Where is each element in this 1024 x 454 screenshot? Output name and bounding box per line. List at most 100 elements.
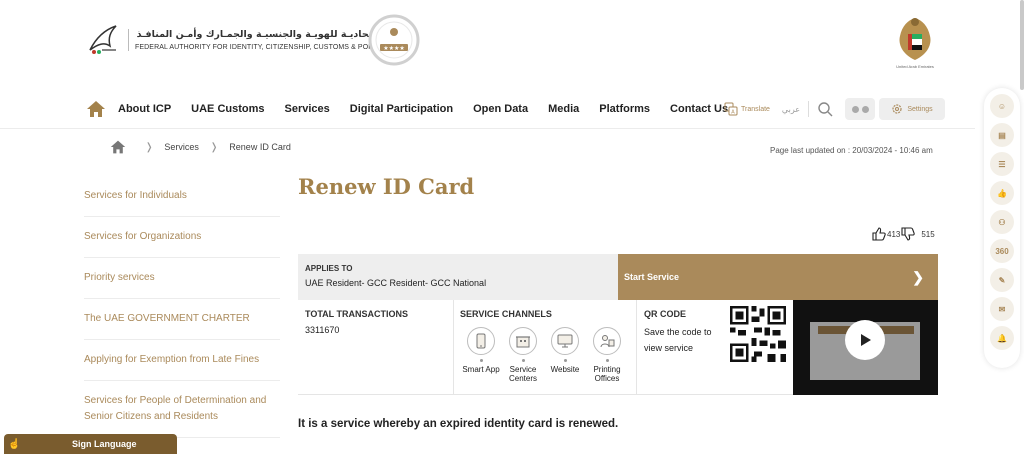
home-icon[interactable]: [86, 99, 106, 119]
service-info-row: TOTAL TRANSACTIONS 3311670 SERVICE CHANN…: [298, 300, 794, 395]
channel-service-centers[interactable]: Service Centers: [502, 327, 544, 383]
applies-to-value: UAE Resident- GCC Resident- GCC National: [305, 278, 487, 288]
breadcrumb-services[interactable]: Services: [164, 142, 199, 152]
translate-button[interactable]: A Translate: [724, 102, 770, 116]
nav-divider: [0, 128, 975, 129]
start-service-button[interactable]: Start Service ❯: [618, 254, 938, 300]
qr-code-icon[interactable]: [730, 306, 786, 362]
service-channels: SERVICE CHANNELS Smart App Service Cente…: [460, 309, 628, 383]
likes-count: 413: [887, 229, 901, 239]
falcon-logo-icon: [89, 25, 117, 54]
channel-label: Website: [550, 365, 580, 374]
settings-button[interactable]: Settings: [879, 98, 946, 120]
accessibility-side-panel: ☺ ▤ ☰ 👍 ⚇ 360 ✎ ✉ 🔔: [984, 88, 1020, 368]
feedback-votes: 413 515: [871, 226, 935, 242]
channel-dot: [479, 359, 483, 362]
last-updated: Page last updated on : 20/03/2024 - 10:4…: [770, 146, 933, 155]
channel-smart-app[interactable]: Smart App: [460, 327, 502, 383]
dislikes-count: 515: [921, 229, 935, 239]
main-nav: About ICP UAE Customs Services Digital P…: [86, 96, 748, 122]
total-transactions-label: TOTAL TRANSACTIONS: [305, 309, 408, 319]
people-icon[interactable]: ⚇: [990, 210, 1014, 234]
sidebar-item-determination[interactable]: Services for People of Determination and…: [84, 381, 280, 438]
toggle-dot-icon: [861, 105, 869, 113]
qr-code-label: QR CODE: [644, 309, 687, 319]
translate-icon: A: [724, 102, 738, 116]
nav-media[interactable]: Media: [548, 103, 579, 115]
play-button-icon[interactable]: [845, 320, 885, 360]
toggle-dot-icon: [851, 105, 859, 113]
feedback-icon[interactable]: ✎: [990, 268, 1014, 292]
video-player[interactable]: [793, 300, 938, 395]
sidebar-item-exemption[interactable]: Applying for Exemption from Late Fines: [84, 340, 280, 381]
service-center-icon: [516, 336, 530, 348]
qr-code-description: Save the code to view service: [644, 327, 712, 353]
search-icon[interactable]: [817, 101, 833, 117]
start-service-label: Start Service: [624, 272, 680, 282]
sign-language-icon: ☝: [8, 438, 21, 450]
nav-digital-participation[interactable]: Digital Participation: [350, 103, 453, 115]
icp-logo[interactable]: الهيئـة الاتحاديـة للهويـة والجنسيـة وال…: [86, 20, 416, 60]
channel-dot: [521, 359, 525, 362]
channel-label: Service Centers: [508, 365, 537, 383]
smartphone-icon: [476, 333, 486, 349]
chevron-right-icon: ❭: [209, 141, 219, 153]
award-badge-icon: ★★★★: [368, 14, 420, 66]
applies-to-label: APPLIES TO: [305, 264, 353, 273]
sign-language-label: Sign Language: [72, 439, 137, 449]
sidebar-item-organizations[interactable]: Services for Organizations: [84, 217, 280, 258]
chevron-right-icon: ❯: [912, 268, 924, 285]
qr-code-section: QR CODE Save the code to view service: [644, 309, 724, 356]
bell-icon[interactable]: 🔔: [990, 326, 1014, 350]
thumbs-up-icon[interactable]: [871, 226, 887, 242]
svg-text:A: A: [731, 110, 735, 116]
settings-label: Settings: [907, 105, 933, 113]
list-icon[interactable]: ☰: [990, 152, 1014, 176]
sign-language-bar[interactable]: ☝ Sign Language: [4, 434, 177, 454]
channel-dot: [605, 359, 609, 362]
chevron-right-icon: ❭: [145, 141, 154, 153]
sidebar-item-charter[interactable]: The UAE GOVERNMENT CHARTER: [84, 299, 280, 340]
column-divider: [453, 300, 454, 395]
service-description: It is a service whereby an expired ident…: [298, 418, 619, 430]
nav-platforms[interactable]: Platforms: [599, 103, 650, 115]
breadcrumb-home-icon[interactable]: [110, 139, 126, 155]
nav-tools: A Translate عربي Settings: [724, 96, 946, 122]
assistant-avatar-icon[interactable]: ☺: [990, 94, 1014, 118]
channel-printing-offices[interactable]: Printing Offices: [586, 327, 628, 383]
service-channels-label: SERVICE CHANNELS: [460, 309, 552, 319]
divider: [808, 101, 810, 117]
monitor-icon: [557, 334, 573, 348]
page-title: Renew ID Card: [298, 174, 475, 199]
channel-label: Smart App: [462, 365, 500, 374]
gear-icon: [892, 104, 902, 114]
nav-services[interactable]: Services: [285, 103, 330, 115]
document-icon[interactable]: ▤: [990, 123, 1014, 147]
like-icon[interactable]: 👍: [990, 181, 1014, 205]
breadcrumb: ❭ Services ❭ Renew ID Card: [110, 139, 291, 155]
channel-label: Printing Offices: [593, 365, 621, 383]
nav-uae-customs[interactable]: UAE Customs: [191, 103, 264, 115]
arabic-language-link[interactable]: عربي: [782, 105, 800, 114]
column-divider: [636, 300, 637, 395]
sidebar-item-priority[interactable]: Priority services: [84, 258, 280, 299]
channel-website[interactable]: Website: [544, 327, 586, 383]
view-360-icon[interactable]: 360: [990, 239, 1014, 263]
applies-to-box: APPLIES TO UAE Resident- GCC Resident- G…: [298, 254, 618, 300]
total-transactions: TOTAL TRANSACTIONS 3311670: [305, 309, 408, 335]
svg-text:★★★★: ★★★★: [383, 45, 405, 52]
nav-about-icp[interactable]: About ICP: [118, 103, 171, 115]
uae-emblem-icon: United Arab Emirates: [896, 18, 934, 69]
scrollbar[interactable]: [1020, 0, 1024, 90]
sidebar-item-individuals[interactable]: Services for Individuals: [84, 178, 280, 217]
total-transactions-value: 3311670: [305, 325, 340, 335]
contrast-toggle[interactable]: [845, 98, 876, 120]
nav-open-data[interactable]: Open Data: [473, 103, 528, 115]
translate-label: Translate: [741, 105, 770, 113]
chat-icon[interactable]: ✉: [990, 297, 1014, 321]
nav-contact-us[interactable]: Contact Us: [670, 103, 728, 115]
breadcrumb-current: Renew ID Card: [229, 142, 291, 152]
sidebar: Services for Individuals Services for Or…: [84, 178, 280, 438]
channel-dot: [563, 359, 567, 362]
thumbs-down-icon[interactable]: [900, 226, 916, 242]
